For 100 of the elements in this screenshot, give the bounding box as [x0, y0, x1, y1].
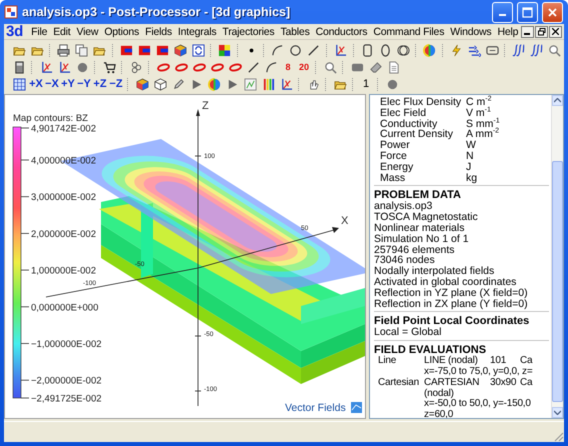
unit-label: W [466, 140, 477, 151]
numbered-ring-button[interactable]: 8 [280, 59, 296, 75]
color-bars-icon[interactable] [262, 78, 274, 90]
chevron-down-icon [554, 410, 561, 415]
ring-icon[interactable] [228, 60, 242, 74]
menu-item[interactable]: Fields [142, 26, 175, 38]
cube-icon[interactable] [174, 44, 187, 56]
unit-label: kg [466, 172, 478, 184]
chain-icon[interactable] [130, 60, 142, 74]
unit-label: J [466, 162, 472, 173]
legend-value: 3,000000E-002 [31, 192, 96, 204]
disk-icon[interactable] [76, 60, 88, 74]
quantity-label: Force [380, 150, 408, 162]
link-icon[interactable] [486, 44, 499, 56]
block-icon[interactable] [120, 44, 133, 56]
image-icon[interactable] [244, 78, 256, 90]
ring-icon[interactable] [174, 60, 188, 74]
cart-icon[interactable] [102, 60, 116, 74]
menu-item[interactable]: Options [101, 26, 142, 38]
integral-icon[interactable] [530, 44, 544, 56]
axes-icon[interactable] [280, 78, 292, 90]
color-wheel-icon[interactable] [423, 44, 436, 56]
color-square-icon[interactable] [218, 44, 232, 56]
menu-item[interactable]: View [74, 26, 102, 38]
cube-outline-icon[interactable] [154, 78, 166, 90]
menu-item[interactable]: Command Files [370, 26, 448, 38]
menu-item[interactable]: Conductors [312, 26, 370, 38]
quantity-label: Elec Field [380, 108, 427, 119]
view-direction-button[interactable]: −Z [108, 76, 124, 92]
rectangle-icon[interactable] [360, 44, 374, 56]
menu-item[interactable]: File [28, 26, 50, 38]
rings-icon[interactable] [396, 44, 410, 56]
close-icon [547, 6, 558, 18]
ellipse-icon[interactable] [378, 44, 392, 56]
numbered-ring-button[interactable]: 20 [296, 59, 312, 75]
refresh-icon[interactable] [192, 44, 205, 56]
search-icon[interactable] [324, 60, 336, 74]
menu-item[interactable]: Edit [50, 26, 74, 38]
pages-icon[interactable] [75, 44, 88, 56]
view-direction-button[interactable]: −X [44, 76, 60, 92]
menu-item[interactable]: Tables [277, 26, 313, 38]
scrollbar[interactable] [551, 95, 563, 418]
minimize-button[interactable] [521, 26, 534, 38]
problem-data-line: Reflection in ZX plane (Y field=0) [374, 298, 529, 310]
problem-data-line: TOSCA Magnetostatic [374, 212, 479, 223]
printer-icon[interactable] [57, 44, 70, 56]
legend-value: −2,000000E-002 [31, 376, 102, 387]
eraser-icon[interactable] [368, 60, 382, 74]
search-icon[interactable] [548, 44, 562, 56]
menu-item[interactable]: Integrals [174, 26, 220, 38]
legend-value: −1,000000E-002 [31, 339, 102, 350]
grid-icon[interactable] [12, 78, 26, 90]
menu-item[interactable]: Trajectories [219, 26, 278, 38]
view-direction-button[interactable]: +X [28, 76, 44, 92]
scroll-up-button[interactable] [552, 95, 563, 106]
window-title: analysis.op3 - Post-Processor - [3d graphics] [22, 5, 292, 19]
ring-icon[interactable] [192, 60, 206, 74]
view-direction-button[interactable]: +Y [60, 76, 76, 92]
close-icon [552, 28, 560, 35]
lightning-icon[interactable] [450, 44, 463, 56]
restore-button[interactable] [535, 26, 548, 38]
problem-data-line: Nodally interpolated fields [374, 266, 494, 277]
color-wheel-icon[interactable] [208, 78, 220, 90]
unit-label: C m$^{-2}$ [466, 97, 492, 108]
view-direction-button[interactable]: +Z [92, 76, 108, 92]
axes-icon[interactable] [58, 60, 70, 74]
calculator-icon[interactable] [12, 60, 26, 74]
problem-data-line: 257946 elements [374, 244, 456, 256]
view-direction-button[interactable]: −Y [76, 76, 92, 92]
circle-icon[interactable] [289, 44, 302, 56]
resize-grip-icon[interactable] [552, 430, 564, 442]
block-icon[interactable] [156, 44, 169, 56]
line-icon[interactable] [246, 60, 260, 74]
vector-arrows-icon[interactable] [468, 44, 481, 56]
menu-item[interactable]: Windows [447, 26, 494, 38]
section-heading: PROBLEM DATA [374, 189, 462, 202]
close-button[interactable] [549, 26, 562, 38]
evaluation-range: x=-50,0 to 50,0, y=-150,0 [424, 399, 532, 410]
maximize-button[interactable] [517, 2, 538, 22]
quantity-label: Energy [380, 162, 414, 173]
arc-icon[interactable] [264, 60, 278, 74]
ring-icon[interactable] [156, 60, 170, 74]
scroll-down-button[interactable] [552, 407, 563, 418]
scrollbar-thumb[interactable] [552, 161, 563, 402]
quantity-label: Mass [380, 172, 406, 184]
document-icon[interactable] [386, 60, 400, 74]
legend-value: 4,000000E-002 [31, 156, 96, 166]
number-button[interactable]: 1 [358, 76, 374, 92]
ring-icon[interactable] [210, 60, 224, 74]
axes-icon[interactable] [334, 44, 348, 56]
block-icon[interactable] [138, 44, 151, 56]
pencil-icon[interactable] [172, 78, 184, 90]
integral-icon[interactable] [512, 44, 526, 56]
arc-icon[interactable] [271, 44, 284, 56]
cube-icon[interactable] [136, 78, 148, 90]
legend-value: −2,491725E-002 [31, 394, 102, 404]
line-icon[interactable] [307, 44, 320, 56]
menu-item[interactable]: Help [494, 26, 522, 38]
disk-icon[interactable] [386, 78, 398, 90]
axes-icon[interactable] [40, 60, 52, 74]
